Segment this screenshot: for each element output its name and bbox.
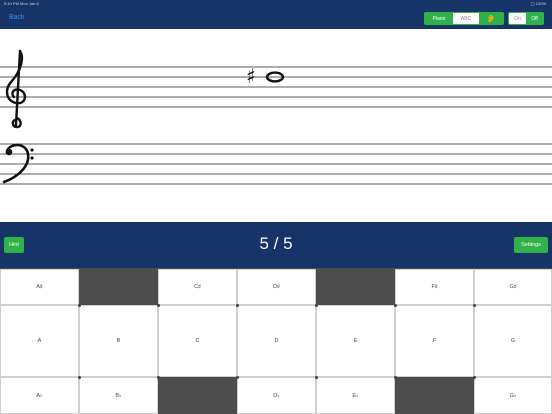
controls-bar: Hint 5 / 5 Settings — [0, 222, 552, 268]
key-separator-dot — [473, 304, 476, 307]
mode-piano-option[interactable]: Piano — [425, 13, 453, 24]
key-a[interactable]: A — [0, 305, 79, 377]
key-separator-dot — [394, 376, 397, 379]
key-separator-dot — [315, 304, 318, 307]
key-f[interactable]: F — [395, 305, 474, 377]
key-b-flat[interactable]: B♭ — [79, 377, 158, 414]
sharp-icon: ♯ — [246, 64, 256, 88]
status-bar: 9:10 PM Mon Jan 6 ▢ 100% — [0, 0, 552, 7]
mode-abc-option[interactable]: ABC — [453, 13, 479, 24]
key-e[interactable]: E — [316, 305, 395, 377]
bass-staff-lines — [0, 143, 552, 185]
staff-svg: ♯ — [0, 49, 552, 185]
mode-segmented-control: Piano ABC 👂 — [424, 12, 504, 25]
navigation-bar: Back Piano ABC 👂 On Off — [0, 7, 552, 29]
key-g-flat[interactable]: G♭ — [474, 377, 552, 414]
key-blank — [158, 377, 237, 414]
ear-icon: 👂 — [486, 15, 496, 23]
key-separator-dot — [315, 376, 318, 379]
mode-ear-option[interactable]: 👂 — [479, 13, 503, 24]
score-display: 5 / 5 — [259, 234, 293, 253]
key-c-sharp[interactable]: C♯ — [158, 269, 237, 305]
grand-staff: ♯ — [0, 29, 552, 222]
sound-on-option[interactable]: On — [509, 13, 526, 24]
treble-clef-icon — [5, 49, 27, 129]
status-time: 9:10 PM Mon Jan 6 — [4, 1, 39, 6]
sound-off-option[interactable]: Off — [526, 13, 543, 24]
key-g-sharp[interactable]: G♯ — [474, 269, 552, 305]
bass-clef-icon — [2, 143, 34, 184]
key-d-flat[interactable]: D♭ — [237, 377, 316, 414]
key-separator-dot — [394, 304, 397, 307]
key-separator-dot — [236, 376, 239, 379]
key-d[interactable]: D — [237, 305, 316, 377]
key-separator-dot — [78, 376, 81, 379]
key-blank — [395, 377, 474, 414]
piano-keyboard: A♯ C♯ D♯ F♯ G♯ A B C D E F G A♭ B♭ D♭ E♭… — [0, 268, 552, 414]
key-g[interactable]: G — [474, 305, 552, 377]
key-blank — [316, 269, 395, 305]
key-b[interactable]: B — [79, 305, 158, 377]
key-a-flat[interactable]: A♭ — [0, 377, 79, 414]
key-separator-dot — [78, 304, 81, 307]
key-c[interactable]: C — [158, 305, 237, 377]
sound-segmented-control: On Off — [508, 12, 544, 25]
back-button[interactable]: Back — [9, 14, 25, 21]
key-separator-dot — [236, 304, 239, 307]
key-separator-dot — [473, 376, 476, 379]
battery-indicator: ▢ 100% — [530, 1, 546, 6]
key-e-flat[interactable]: E♭ — [316, 377, 395, 414]
hint-button[interactable]: Hint — [4, 237, 24, 253]
key-a-sharp[interactable]: A♯ — [0, 269, 79, 305]
key-separator-dot — [157, 376, 160, 379]
key-f-sharp[interactable]: F♯ — [395, 269, 474, 305]
key-blank — [79, 269, 158, 305]
settings-button[interactable]: Settings — [514, 237, 548, 253]
key-d-sharp[interactable]: D♯ — [237, 269, 316, 305]
key-separator-dot — [157, 304, 160, 307]
